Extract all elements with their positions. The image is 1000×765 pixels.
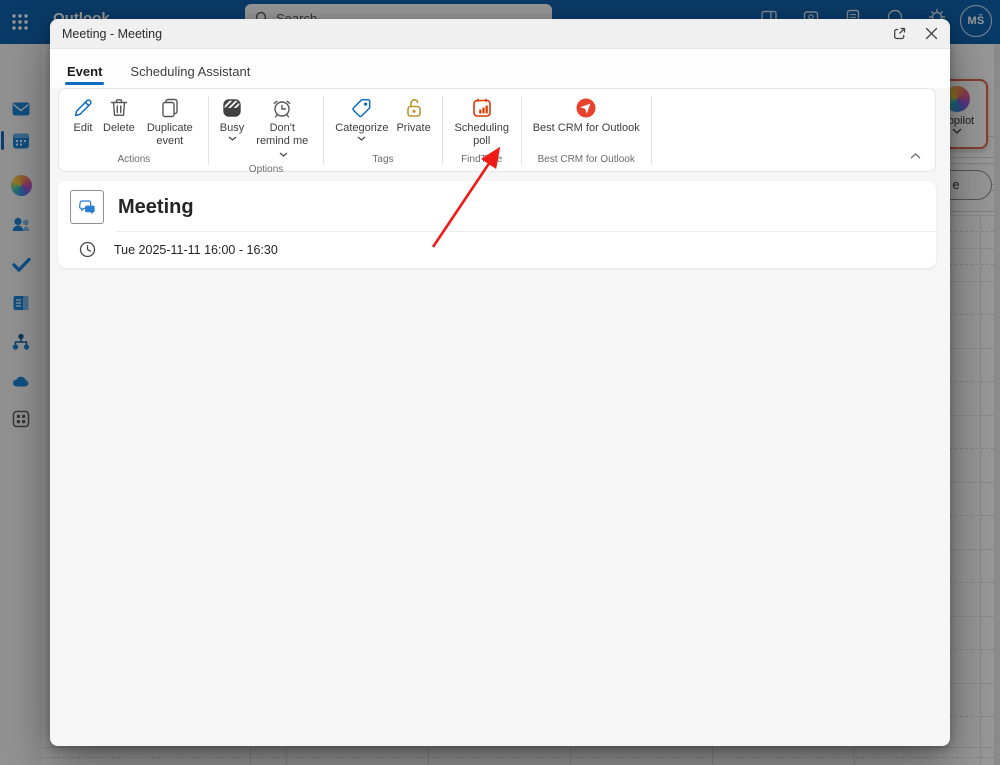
event-title: Meeting bbox=[118, 196, 194, 219]
busy-status-button[interactable]: Busy bbox=[216, 94, 248, 142]
ribbon-separator bbox=[208, 96, 209, 165]
chevron-up-icon bbox=[910, 153, 921, 159]
ribbon-group-options: Busy Don't remind me Options bbox=[216, 94, 316, 169]
button-label: Duplicate event bbox=[143, 122, 197, 148]
dont-remind-me-button[interactable]: Don't remind me bbox=[248, 94, 316, 162]
ribbon-separator bbox=[323, 96, 324, 165]
chevron-down-icon bbox=[357, 136, 366, 141]
open-lock-icon bbox=[402, 96, 426, 120]
tag-icon bbox=[350, 96, 374, 120]
ribbon-group-label: FindTime bbox=[450, 152, 514, 169]
duplicate-event-button[interactable]: Duplicate event bbox=[139, 94, 201, 149]
event-datetime: Tue 2025-11-11 16:00 - 16:30 bbox=[114, 243, 278, 257]
categorize-button[interactable]: Categorize bbox=[331, 94, 392, 142]
copy-icon bbox=[158, 96, 182, 120]
button-label: Edit bbox=[74, 122, 93, 135]
scheduling-poll-icon bbox=[470, 96, 494, 120]
ribbon-group-best-crm: Best CRM for Outlook Best CRM for Outloo… bbox=[529, 94, 644, 169]
ribbon-separator bbox=[521, 96, 522, 165]
button-label: Scheduling poll bbox=[454, 122, 510, 148]
ribbon: Edit Delete Duplicate event Actions bbox=[58, 88, 936, 172]
button-label: Busy bbox=[220, 122, 244, 135]
ribbon-group-tags: Categorize Private Tags bbox=[331, 94, 434, 169]
private-button[interactable]: Private bbox=[392, 94, 434, 136]
dialog-tabstrip: Event Scheduling Assistant bbox=[50, 49, 950, 88]
ribbon-separator bbox=[651, 96, 652, 165]
chevron-down-icon bbox=[279, 152, 288, 157]
collapse-ribbon-button[interactable] bbox=[910, 146, 921, 164]
best-crm-for-outlook-button[interactable]: Best CRM for Outlook bbox=[529, 94, 644, 136]
chat-bubbles-icon bbox=[77, 197, 98, 218]
ribbon-group-actions: Edit Delete Duplicate event Actions bbox=[67, 94, 201, 169]
dialog-title: Meeting - Meeting bbox=[62, 27, 162, 41]
close-icon bbox=[925, 27, 938, 40]
button-label: Don't remind me bbox=[256, 122, 308, 147]
chevron-down-icon bbox=[228, 136, 237, 141]
tab-scheduling-assistant[interactable]: Scheduling Assistant bbox=[128, 56, 252, 88]
ribbon-group-label: Best CRM for Outlook bbox=[529, 152, 644, 169]
meeting-dialog: Meeting - Meeting Event Scheduling Assis… bbox=[50, 19, 950, 746]
close-button[interactable] bbox=[925, 27, 938, 40]
tab-event[interactable]: Event bbox=[65, 56, 104, 88]
event-details-card: Meeting Tue 2025-11-11 16:00 - 16:30 bbox=[58, 181, 936, 268]
clock-icon bbox=[79, 241, 96, 258]
button-label: Best CRM for Outlook bbox=[533, 122, 640, 135]
button-label: Private bbox=[396, 122, 430, 135]
ribbon-group-label: Options bbox=[216, 162, 316, 179]
edit-button[interactable]: Edit bbox=[67, 94, 99, 136]
scheduling-poll-button[interactable]: Scheduling poll bbox=[450, 94, 514, 149]
ribbon-group-findtime: Scheduling poll FindTime bbox=[450, 94, 514, 169]
ribbon-group-label: Actions bbox=[67, 152, 201, 169]
outlook-app: Outlook Search MŠ bbox=[0, 0, 1000, 765]
popout-icon bbox=[892, 26, 907, 41]
button-label: Delete bbox=[103, 122, 135, 135]
popout-button[interactable] bbox=[892, 26, 907, 41]
ribbon-separator bbox=[442, 96, 443, 165]
dialog-titlebar: Meeting - Meeting bbox=[50, 19, 950, 49]
trash-icon bbox=[107, 96, 131, 120]
button-label: Categorize bbox=[335, 122, 388, 135]
ribbon-group-label: Tags bbox=[331, 152, 434, 169]
best-crm-icon bbox=[574, 96, 598, 120]
pencil-icon bbox=[71, 96, 95, 120]
alarm-clock-icon bbox=[270, 96, 294, 120]
busy-status-icon bbox=[220, 96, 244, 120]
event-type-iconbox bbox=[70, 190, 104, 224]
delete-button[interactable]: Delete bbox=[99, 94, 139, 136]
